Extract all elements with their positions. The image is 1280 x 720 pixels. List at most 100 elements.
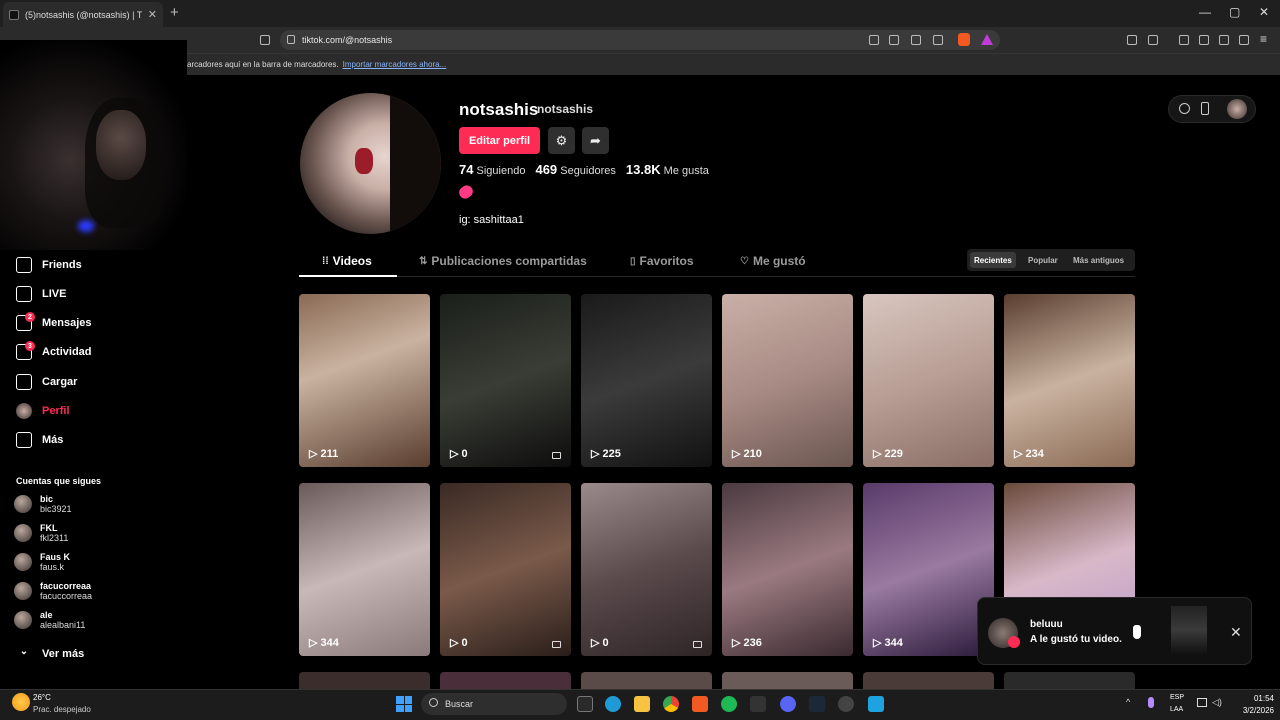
followed-account[interactable]: ale alealbani11 xyxy=(14,610,85,630)
lock-icon xyxy=(693,641,702,648)
taskbar-search[interactable]: Buscar xyxy=(421,693,567,715)
sidebar-item-friends[interactable]: Friends xyxy=(16,257,82,273)
toast-close-icon[interactable]: ✕ xyxy=(1230,624,1242,641)
edit-profile-button[interactable]: Editar perfil xyxy=(459,127,540,154)
followed-account[interactable]: facucorreaa facuccorreaa xyxy=(14,581,92,601)
tab-close-icon[interactable]: ✕ xyxy=(148,8,157,21)
bookmark-icon[interactable] xyxy=(260,35,270,45)
video-thumbnail[interactable]: ▷ 344 xyxy=(299,483,430,656)
maximize-icon[interactable]: ▢ xyxy=(1229,5,1240,19)
play-icon: ▷ xyxy=(732,448,741,460)
sort-recent[interactable]: Recientes xyxy=(970,252,1016,268)
new-tab-button[interactable]: + xyxy=(170,4,179,21)
brave-rewards-icon[interactable] xyxy=(981,34,993,45)
video-thumbnail[interactable]: ▷ 211 xyxy=(299,294,430,467)
sidebar-item-actividad[interactable]: 3 Actividad xyxy=(16,341,92,360)
video-thumbnail[interactable]: ▷ 344 xyxy=(863,483,994,656)
url-text: tiktok.com/@notsashis xyxy=(302,35,393,45)
edge-icon[interactable] xyxy=(605,696,621,712)
mic-icon[interactable] xyxy=(1148,697,1154,708)
weather-desc[interactable]: Prac. despejado xyxy=(33,705,91,714)
settings-gear-icon[interactable]: ⚙ xyxy=(548,127,575,154)
sidebar-item-cargar[interactable]: Cargar xyxy=(16,374,77,390)
cast-icon[interactable] xyxy=(911,35,921,45)
video-thumb-partial[interactable] xyxy=(581,672,712,690)
close-window-icon[interactable]: ✕ xyxy=(1259,5,1269,19)
spotify-icon[interactable] xyxy=(721,696,737,712)
brave-icon[interactable] xyxy=(692,696,708,712)
menu-icon[interactable]: ≡ xyxy=(1260,32,1267,46)
minimize-icon[interactable]: — xyxy=(1199,5,1211,19)
coins-icon[interactable] xyxy=(1179,103,1190,114)
vpn-icon[interactable] xyxy=(1239,35,1249,45)
video-thumbnail[interactable]: ▷ 0 xyxy=(581,483,712,656)
translate-icon[interactable] xyxy=(869,35,879,45)
video-thumbnail[interactable]: ▷ 225 xyxy=(581,294,712,467)
wallet-icon[interactable] xyxy=(1199,35,1209,45)
reader-icon[interactable] xyxy=(1148,35,1158,45)
language-icon[interactable] xyxy=(889,35,899,45)
following-stat[interactable]: 74 Siguiendo xyxy=(459,162,525,177)
sidebar-toggle-icon[interactable] xyxy=(1179,35,1189,45)
site-info-icon[interactable] xyxy=(287,35,295,44)
user-avatar[interactable] xyxy=(1227,99,1247,119)
sidebar-item-live[interactable]: LIVE xyxy=(16,286,66,302)
pill-emoji-icon xyxy=(456,183,476,201)
notification-toast[interactable]: beluuu A le gustó tu video. ✕ xyxy=(977,597,1252,665)
browser-tab[interactable]: (5)notsashis (@notsashis) | TikTok ✕ xyxy=(3,2,163,27)
see-more-button[interactable]: ⌄ Ver más xyxy=(16,646,84,662)
tab-videos[interactable]: ⁞⁞ Videos xyxy=(322,254,372,268)
epic-games-icon[interactable] xyxy=(750,696,766,712)
video-thumb-partial[interactable] xyxy=(863,672,994,690)
sort-popular[interactable]: Popular xyxy=(1024,252,1062,268)
followed-account[interactable]: FKL fkl2311 xyxy=(14,523,68,543)
start-button[interactable] xyxy=(396,696,412,712)
weather-icon[interactable] xyxy=(12,693,30,711)
sidebar-item-más[interactable]: Más xyxy=(16,432,63,448)
video-thumb-partial[interactable] xyxy=(1004,672,1135,690)
app-icon[interactable] xyxy=(868,696,884,712)
device-icon[interactable] xyxy=(1201,102,1209,115)
video-thumbnail[interactable]: ▷ 234 xyxy=(1004,294,1135,467)
toast-video-thumbnail[interactable] xyxy=(1171,606,1207,654)
video-thumb-partial[interactable] xyxy=(722,672,853,690)
import-bookmarks-link[interactable]: Importar marcadores ahora... xyxy=(343,60,447,69)
video-thumbnail[interactable]: ▷ 0 xyxy=(440,294,571,467)
video-thumb-partial[interactable] xyxy=(299,672,430,690)
sidebar-item-mensajes[interactable]: 2 Mensajes xyxy=(16,312,92,331)
video-thumbnail[interactable]: ▷ 229 xyxy=(863,294,994,467)
obs-icon[interactable] xyxy=(838,696,854,712)
video-thumbnail[interactable]: ▷ 236 xyxy=(722,483,853,656)
leo-ai-icon[interactable] xyxy=(1219,35,1229,45)
weather-temp[interactable]: 26°C xyxy=(33,693,51,702)
clock-time[interactable]: 01:54 xyxy=(1240,694,1274,703)
lock-icon xyxy=(552,641,561,648)
file-explorer-icon[interactable] xyxy=(634,696,650,712)
tray-chevron-icon[interactable]: ^ xyxy=(1126,697,1130,707)
keyboard-layout[interactable]: LAA xyxy=(1170,706,1183,713)
followers-stat[interactable]: 469 Seguidores xyxy=(535,162,615,177)
share-profile-icon[interactable]: ➦ xyxy=(582,127,609,154)
task-view-icon[interactable] xyxy=(577,696,593,712)
video-thumbnail[interactable]: ▷ 210 xyxy=(722,294,853,467)
sidebar-item-perfil[interactable]: Perfil xyxy=(16,403,70,419)
language-indicator[interactable]: ESP xyxy=(1170,694,1184,701)
sort-oldest[interactable]: Más antiguos xyxy=(1069,252,1128,268)
volume-icon[interactable]: ◁) xyxy=(1212,697,1222,708)
followed-account[interactable]: Faus Kfaus.k xyxy=(14,552,70,572)
video-thumbnail[interactable]: ▷ 0 xyxy=(440,483,571,656)
network-icon[interactable] xyxy=(1197,698,1207,707)
tab-liked[interactable]: ♡ Me gustó xyxy=(740,254,806,268)
steam-icon[interactable] xyxy=(809,696,825,712)
clock-date[interactable]: 3/2/2026 xyxy=(1236,706,1274,715)
tab-favorites[interactable]: ▯ Favoritos xyxy=(630,254,694,268)
chrome-icon[interactable] xyxy=(663,696,679,712)
share-icon[interactable] xyxy=(933,35,943,45)
extensions-icon[interactable] xyxy=(1127,35,1137,45)
discord-icon[interactable] xyxy=(780,696,796,712)
video-thumb-partial[interactable] xyxy=(440,672,571,690)
profile-avatar[interactable] xyxy=(300,93,441,234)
brave-shield-icon[interactable] xyxy=(958,33,970,46)
followed-account[interactable]: bic bic3921 xyxy=(14,494,72,514)
tab-reposts[interactable]: ⇅ Publicaciones compartidas xyxy=(419,254,587,268)
